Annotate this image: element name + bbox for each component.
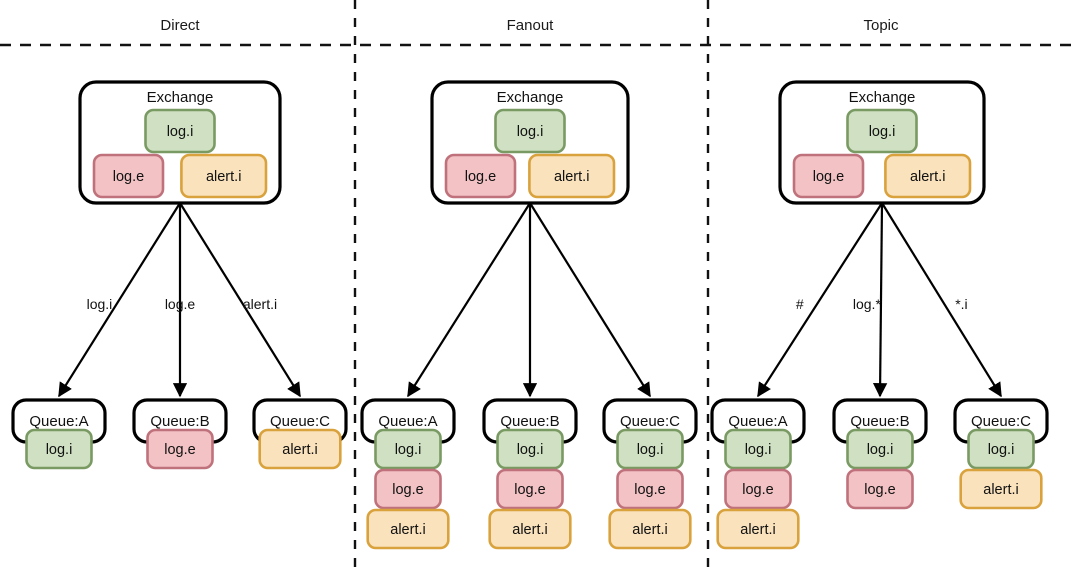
edge-label-topic-1: log.* — [853, 296, 882, 312]
tag-log-e[interactable]: log.e — [496, 468, 564, 510]
queue-node-direct-2[interactable]: Queue:C alert.i — [252, 398, 348, 470]
tag-label: log.i — [745, 442, 772, 458]
tag-log-e[interactable]: log.e — [92, 153, 165, 199]
tag-label: log.i — [637, 442, 664, 458]
tag-label: log.e — [742, 482, 773, 498]
tag-label: alert.i — [282, 442, 317, 458]
edge-fanout-0 — [407, 202, 531, 398]
tag-label: log.i — [517, 442, 544, 458]
tag-label: log.i — [46, 442, 73, 458]
tag-log-i[interactable]: log.i — [494, 108, 566, 154]
tag-log-e[interactable]: log.e — [616, 468, 684, 510]
edge-fanout-2 — [529, 202, 651, 398]
exchange-node-topic[interactable]: Exchange log.i log.e alert.i — [778, 80, 986, 205]
tag-label: log.e — [113, 169, 144, 185]
queue-label: Queue:C — [971, 413, 1031, 430]
queue-label: Queue:B — [500, 413, 559, 430]
tag-label: log.e — [864, 482, 895, 498]
exchange-label: Exchange — [849, 89, 916, 106]
queue-node-fanout-1[interactable]: Queue:B log.i log.e alert.i — [482, 398, 578, 550]
tag-label: log.e — [392, 482, 423, 498]
tag-log-i[interactable]: log.i — [496, 428, 564, 470]
tag-log-e[interactable]: log.e — [724, 468, 792, 510]
edge-direct-0 — [58, 202, 181, 398]
tag-label: log.i — [869, 124, 896, 140]
tag-log-i[interactable]: log.i — [374, 428, 442, 470]
edge-label-direct-0: log.i — [87, 296, 113, 312]
tag-log-e[interactable]: log.e — [846, 468, 914, 510]
tag-label: log.i — [395, 442, 422, 458]
tag-log-e[interactable]: log.e — [374, 468, 442, 510]
tag-alert-i[interactable]: alert.i — [488, 508, 572, 550]
queue-label: Queue:B — [850, 413, 909, 430]
tag-label: alert.i — [554, 169, 589, 185]
queue-label: Queue:A — [378, 413, 437, 430]
tag-label: log.i — [988, 442, 1015, 458]
edge-label-topic-2: *.i — [955, 296, 967, 312]
exchange-node-fanout[interactable]: Exchange log.i log.e alert.i — [430, 80, 630, 205]
tag-log-i[interactable]: log.i — [846, 108, 918, 154]
panel-fanout: Fanout Exchange log.i log.e alert.i Queue:A lo… — [360, 17, 698, 550]
tag-label: alert.i — [740, 522, 775, 538]
queue-node-fanout-0[interactable]: Queue:A log.i log.e alert.i — [360, 398, 456, 550]
tag-alert-i[interactable]: alert.i — [884, 153, 972, 199]
tag-label: alert.i — [910, 169, 945, 185]
tag-log-i[interactable]: log.i — [144, 108, 216, 154]
tag-label: alert.i — [206, 169, 241, 185]
exchange-label: Exchange — [497, 89, 564, 106]
diagram-canvas: Direct Exchange log.i log.e alert.i Queue:A lo… — [0, 0, 1080, 576]
exchange-routing-diagram: Direct Exchange log.i log.e alert.i Queue:A lo… — [0, 0, 1080, 576]
tag-log-e[interactable]: log.e — [792, 153, 865, 199]
tag-label: alert.i — [632, 522, 667, 538]
tag-label: log.e — [634, 482, 665, 498]
tag-label: alert.i — [983, 482, 1018, 498]
queue-label: Queue:A — [29, 413, 88, 430]
panel-title-fanout: Fanout — [507, 17, 555, 34]
tag-log-i[interactable]: log.i — [25, 428, 93, 470]
edge-label-topic-0: # — [796, 296, 804, 312]
queue-label: Queue:C — [270, 413, 330, 430]
exchange-label: Exchange — [147, 89, 214, 106]
tag-label: alert.i — [512, 522, 547, 538]
queue-node-topic-0[interactable]: Queue:A log.i log.e alert.i — [710, 398, 806, 550]
queue-label: Queue:B — [150, 413, 209, 430]
queue-node-topic-2[interactable]: Queue:C log.i alert.i — [953, 398, 1049, 510]
edge-topic-2 — [881, 202, 1002, 398]
panel-topic: Topic Exchange log.i log.e alert.i Queue:A log… — [710, 17, 1049, 550]
tag-log-i[interactable]: log.i — [616, 428, 684, 470]
queue-node-topic-1[interactable]: Queue:B log.i log.e — [832, 398, 928, 510]
tag-label: alert.i — [390, 522, 425, 538]
panel-direct: Direct Exchange log.i log.e alert.i Queue:A lo… — [11, 17, 348, 470]
queue-label: Queue:A — [728, 413, 787, 430]
tag-label: log.e — [813, 169, 844, 185]
tag-label: log.i — [167, 124, 194, 140]
queue-label: Queue:C — [620, 413, 680, 430]
edge-direct-2 — [179, 202, 301, 398]
panel-title-direct: Direct — [160, 17, 200, 34]
tag-log-i[interactable]: log.i — [724, 428, 792, 470]
tag-log-e[interactable]: log.e — [146, 428, 214, 470]
tag-log-i[interactable]: log.i — [846, 428, 914, 470]
exchange-node-direct[interactable]: Exchange log.i log.e alert.i — [78, 80, 282, 205]
tag-alert-i[interactable]: alert.i — [366, 508, 450, 550]
tag-alert-i[interactable]: alert.i — [258, 428, 342, 470]
edge-label-direct-1: log.e — [165, 296, 196, 312]
edge-label-direct-2: alert.i — [243, 296, 277, 312]
queue-node-direct-1[interactable]: Queue:B log.e — [132, 398, 228, 470]
tag-alert-i[interactable]: alert.i — [608, 508, 692, 550]
tag-alert-i[interactable]: alert.i — [180, 153, 268, 199]
tag-alert-i[interactable]: alert.i — [716, 508, 800, 550]
tag-log-e[interactable]: log.e — [444, 153, 517, 199]
queue-node-fanout-2[interactable]: Queue:C log.i log.e alert.i — [602, 398, 698, 550]
tag-label: log.i — [517, 124, 544, 140]
tag-label: log.e — [514, 482, 545, 498]
queue-node-direct-0[interactable]: Queue:A log.i — [11, 398, 107, 470]
tag-alert-i[interactable]: alert.i — [528, 153, 616, 199]
tag-label: log.e — [465, 169, 496, 185]
tag-label: log.i — [867, 442, 894, 458]
tag-log-i[interactable]: log.i — [967, 428, 1035, 470]
panel-title-topic: Topic — [863, 17, 899, 34]
tag-alert-i[interactable]: alert.i — [959, 468, 1043, 510]
tag-label: log.e — [164, 442, 195, 458]
